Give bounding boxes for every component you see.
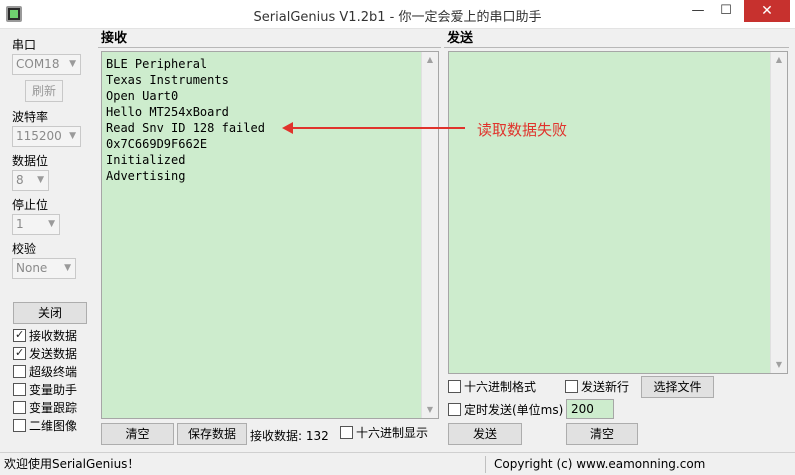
port-select[interactable]: COM18 ▼ <box>12 54 81 75</box>
receive-line: Texas Instruments <box>106 73 229 87</box>
close-window-button[interactable]: ✕ <box>744 0 790 22</box>
checkbox-box <box>13 401 26 414</box>
chevron-down-icon: ▼ <box>69 131 76 141</box>
option-checkbox[interactable]: 二维图像 <box>13 419 77 435</box>
baud-label: 波特率 <box>12 110 49 124</box>
save-data-button[interactable]: 保存数据 <box>177 423 247 445</box>
receive-text: BLE Peripheral Texas Instruments Open Uart… <box>106 56 265 184</box>
minimize-button[interactable]: — <box>684 0 712 22</box>
status-welcome: 欢迎使用SerialGenius！ <box>4 456 486 473</box>
scroll-down-icon[interactable]: ▼ <box>422 402 438 418</box>
scroll-down-icon[interactable]: ▼ <box>771 357 787 373</box>
option-checkbox[interactable]: 接收数据 <box>13 328 78 345</box>
option-label: 变量助手 <box>29 383 78 397</box>
receive-line: 0x7C669D9F662E <box>106 137 208 151</box>
hex-format-label: 十六进制格式 <box>464 380 537 394</box>
hex-display-checkbox[interactable]: 十六进制显示 <box>340 426 428 442</box>
option-checkbox[interactable]: 变量助手 <box>13 383 77 399</box>
hex-format-checkbox[interactable]: 十六进制格式 <box>448 380 536 396</box>
hex-display-label: 十六进制显示 <box>356 426 429 440</box>
option-label: 发送数据 <box>29 347 78 361</box>
choose-file-button[interactable]: 选择文件 <box>641 376 714 398</box>
option-label: 二维图像 <box>29 419 78 433</box>
refresh-button[interactable]: 刷新 <box>25 80 63 102</box>
receive-line: Advertising <box>106 169 186 183</box>
parity-select[interactable]: None ▼ <box>12 258 76 279</box>
option-label: 变量跟踪 <box>29 401 78 415</box>
checkbox-box <box>13 365 26 378</box>
send-scrollbar[interactable]: ▲ ▼ <box>770 52 787 373</box>
annotation-text: 读取数据失败 <box>477 121 568 139</box>
receive-header: 接收 <box>98 30 441 48</box>
receive-count: 接收数据: 132 <box>250 429 329 443</box>
status-bar: 欢迎使用SerialGenius！ Copyright (c) www.eamo… <box>0 452 795 475</box>
window-title: SerialGenius V1.2b1 - 你一定会爱上的串口助手 <box>253 10 542 25</box>
port-label: 串口 <box>12 38 37 52</box>
scroll-up-icon[interactable]: ▲ <box>422 52 438 68</box>
checkbox-box <box>13 328 26 342</box>
option-label: 接收数据 <box>29 329 78 343</box>
checkbox-box <box>13 346 26 360</box>
scroll-up-icon[interactable]: ▲ <box>771 52 787 68</box>
send-newline-label: 发送新行 <box>581 380 630 394</box>
send-header: 发送 <box>444 30 789 48</box>
annotation-arrow-line <box>285 127 465 129</box>
chevron-down-icon: ▼ <box>69 59 76 69</box>
stopbits-select-value: 1 <box>16 217 24 231</box>
option-checkbox[interactable]: 超级终端 <box>13 365 77 381</box>
client-area: 串口 COM18 ▼ 刷新 波特率 115200 ▼ 数据位 8 ▼ 停止位 1… <box>0 29 795 452</box>
timed-send-checkbox[interactable]: 定时发送(单位ms) <box>448 403 563 419</box>
status-copyright: Copyright (c) www.eamonning.com <box>494 457 706 471</box>
annotation-arrow-head-icon <box>282 122 293 134</box>
timed-send-box <box>448 403 461 416</box>
receive-line: Open Uart0 <box>106 89 179 103</box>
databits-label: 数据位 <box>12 154 49 168</box>
chevron-down-icon: ▼ <box>48 219 55 229</box>
chevron-down-icon: ▼ <box>37 175 44 185</box>
send-textarea[interactable]: ▲ ▼ <box>448 51 788 374</box>
stopbits-label: 停止位 <box>12 198 49 212</box>
send-newline-box <box>565 380 578 393</box>
title-bar: SerialGenius V1.2b1 - 你一定会爱上的串口助手 — ☐ ✕ <box>0 0 795 29</box>
databits-select[interactable]: 8 ▼ <box>12 170 49 191</box>
baud-select[interactable]: 115200 ▼ <box>12 126 81 147</box>
checkbox-box <box>13 383 26 396</box>
receive-scrollbar[interactable]: ▲ ▼ <box>421 52 438 418</box>
interval-input[interactable]: 200 <box>566 399 614 419</box>
parity-label: 校验 <box>12 242 37 256</box>
parity-select-value: None <box>16 261 48 275</box>
receive-line: Hello MT254xBoard <box>106 105 229 119</box>
option-label: 超级终端 <box>29 365 78 379</box>
send-clear-button[interactable]: 清空 <box>566 423 638 445</box>
receive-textarea[interactable]: BLE Peripheral Texas Instruments Open Uart… <box>101 51 439 419</box>
stopbits-select[interactable]: 1 ▼ <box>12 214 60 235</box>
checkbox-box <box>13 419 26 432</box>
option-checkbox[interactable]: 发送数据 <box>13 346 78 363</box>
hex-format-box <box>448 380 461 393</box>
close-port-button[interactable]: 关闭 <box>13 302 87 324</box>
hex-display-box <box>340 426 353 439</box>
receive-line: BLE Peripheral <box>106 57 208 71</box>
timed-send-label: 定时发送(单位ms) <box>464 403 564 417</box>
send-button[interactable]: 发送 <box>448 423 522 445</box>
port-select-value: COM18 <box>16 57 60 71</box>
maximize-button[interactable]: ☐ <box>712 0 740 22</box>
chevron-down-icon: ▼ <box>64 263 71 273</box>
baud-select-value: 115200 <box>16 129 62 143</box>
receive-line: Read Snv ID 128 failed <box>106 121 265 135</box>
receive-clear-button[interactable]: 清空 <box>101 423 174 445</box>
databits-select-value: 8 <box>16 173 24 187</box>
option-checkbox[interactable]: 变量跟踪 <box>13 401 77 417</box>
send-newline-checkbox[interactable]: 发送新行 <box>565 380 629 396</box>
receive-line: Initialized <box>106 153 186 167</box>
